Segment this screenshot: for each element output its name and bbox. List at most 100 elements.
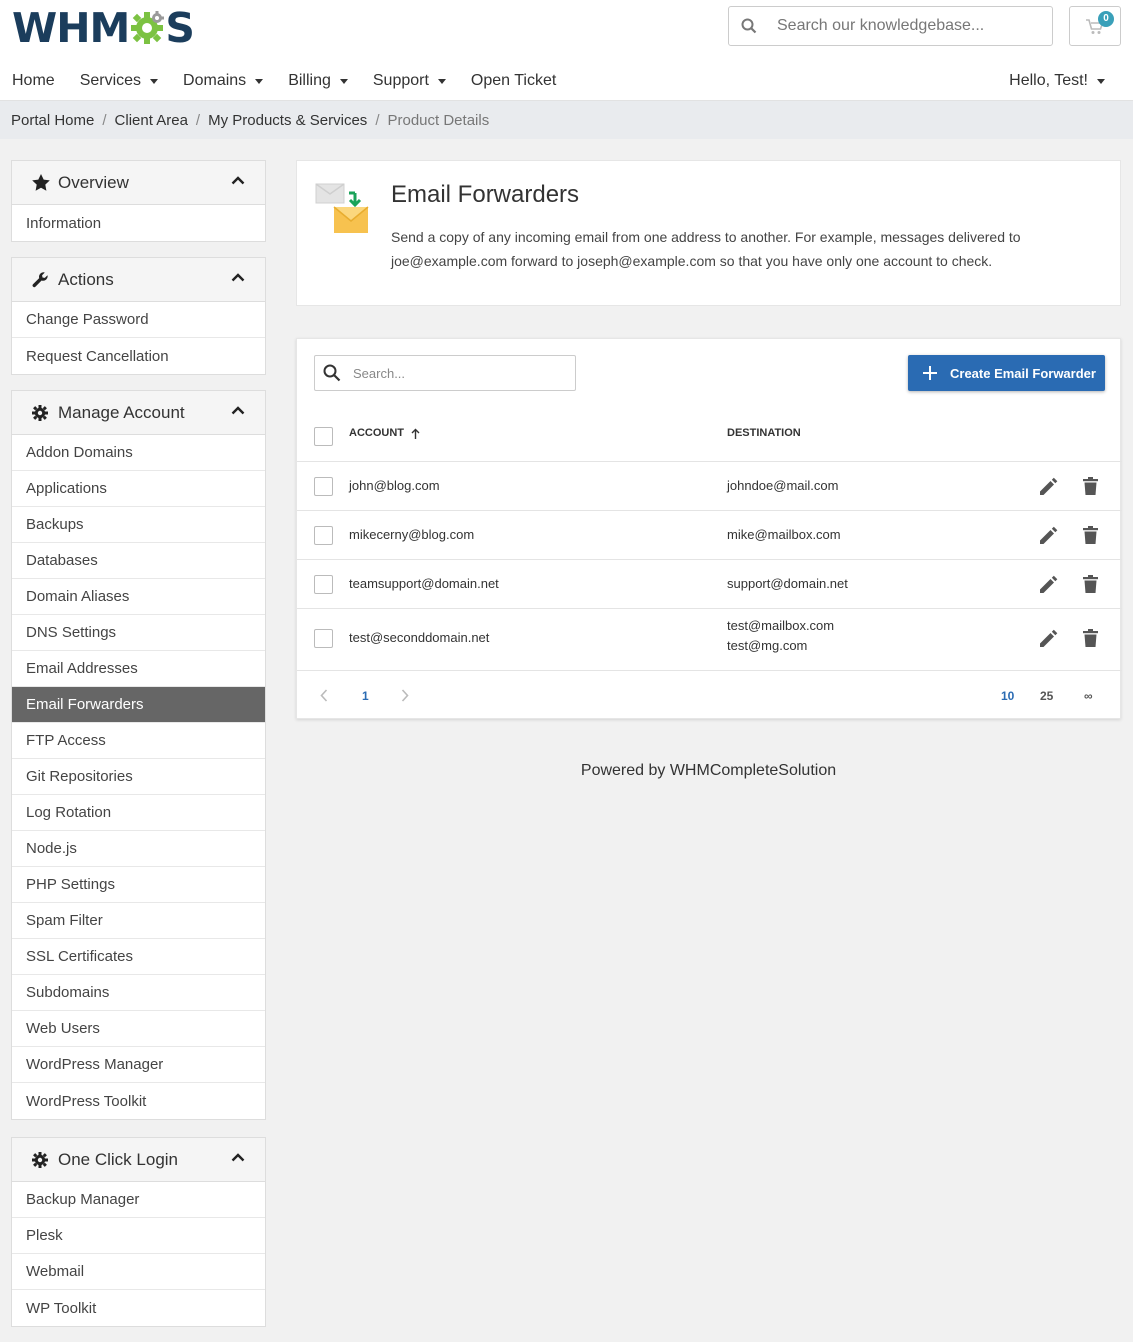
nav-billing[interactable]: Billing xyxy=(288,72,348,90)
row-checkbox[interactable] xyxy=(314,629,333,648)
breadcrumb-client-area[interactable]: Client Area xyxy=(115,112,188,129)
breadcrumb-current: Product Details xyxy=(387,111,490,129)
cog-icon xyxy=(32,1151,50,1168)
delete-trash-icon[interactable] xyxy=(1083,526,1098,544)
delete-trash-icon[interactable] xyxy=(1083,477,1098,495)
chevron-right-icon[interactable] xyxy=(401,689,409,702)
sidebar-item-spam-filter[interactable]: Spam Filter xyxy=(12,903,265,939)
chevron-up-icon[interactable] xyxy=(231,272,245,282)
sidebar-item-email-forwarders[interactable]: Email Forwarders xyxy=(12,687,265,723)
table-row: test@seconddomain.net test@mailbox.com t… xyxy=(297,608,1122,670)
sidebar-item-request-cancellation[interactable]: Request Cancellation xyxy=(12,338,265,374)
page-title: Email Forwarders xyxy=(391,181,580,208)
table-row: teamsupport@domain.net support@domain.ne… xyxy=(297,559,1122,608)
column-header-destination[interactable]: DESTINATION xyxy=(727,427,801,439)
column-header-account[interactable]: ACCOUNT xyxy=(349,427,420,439)
plus-icon xyxy=(922,365,938,381)
chevron-up-icon[interactable] xyxy=(231,1152,245,1162)
breadcrumb-separator: / xyxy=(375,111,380,129)
edit-pencil-icon[interactable] xyxy=(1039,526,1058,545)
sidebar-item-git-repositories[interactable]: Git Repositories xyxy=(12,759,265,795)
sidebar-item-webmail[interactable]: Webmail xyxy=(12,1254,265,1290)
nav-support[interactable]: Support xyxy=(373,72,446,90)
row-checkbox[interactable] xyxy=(314,477,333,496)
sidebar-item-wp-toolkit[interactable]: WP Toolkit xyxy=(12,1290,265,1326)
nav-support-label: Support xyxy=(372,72,429,89)
row-destination-item: test@mg.com xyxy=(727,638,808,653)
page-size-25[interactable]: 25 xyxy=(1040,689,1053,703)
sidebar-item-email-addresses[interactable]: Email Addresses xyxy=(12,651,265,687)
main-nav: Home Services Domains Billing Support Op… xyxy=(12,62,581,100)
nav-home[interactable]: Home xyxy=(12,72,55,90)
breadcrumb-portal-home[interactable]: Portal Home xyxy=(11,112,94,129)
sidebar-item-databases[interactable]: Databases xyxy=(12,543,265,579)
nav-services-label: Services xyxy=(79,72,142,89)
sidebar-item-domain-aliases[interactable]: Domain Aliases xyxy=(12,579,265,615)
chevron-up-icon[interactable] xyxy=(231,405,245,415)
page-size-10[interactable]: 10 xyxy=(1001,689,1014,703)
chevron-up-icon[interactable] xyxy=(231,175,245,185)
edit-pencil-icon[interactable] xyxy=(1039,629,1058,648)
actions-panel-header[interactable]: Actions xyxy=(12,258,265,302)
nav-open-ticket[interactable]: Open Ticket xyxy=(471,72,556,90)
footer-powered-by: Powered by WHMCompleteSolution xyxy=(580,762,837,779)
breadcrumb-separator: / xyxy=(102,111,107,129)
sidebar-item-change-password[interactable]: Change Password xyxy=(12,302,265,338)
select-all-checkbox[interactable] xyxy=(314,427,333,446)
column-header-destination-label: DESTINATION xyxy=(727,427,801,439)
sidebar-item-applications[interactable]: Applications xyxy=(12,471,265,507)
sidebar-item-subdomains[interactable]: Subdomains xyxy=(12,975,265,1011)
nav-domains[interactable]: Domains xyxy=(183,72,264,90)
breadcrumb-separator: / xyxy=(195,111,201,129)
nav-services[interactable]: Services xyxy=(79,72,159,90)
sidebar-item-information[interactable]: Information xyxy=(12,205,265,241)
wrench-icon xyxy=(32,271,50,288)
row-account: test@seconddomain.net xyxy=(349,630,490,645)
row-destination: mike@mailbox.com xyxy=(727,527,841,542)
create-email-forwarder-button[interactable]: Create Email Forwarder xyxy=(908,355,1105,391)
knowledgebase-search-input[interactable] xyxy=(769,17,1039,35)
sidebar-item-wordpress-manager[interactable]: WordPress Manager xyxy=(12,1047,265,1083)
sidebar-item-nodejs[interactable]: Node.js xyxy=(12,831,265,867)
sidebar-item-backups[interactable]: Backups xyxy=(12,507,265,543)
page-description-line-2: joe@example.com forward to joseph@exampl… xyxy=(391,253,993,269)
overview-panel-header[interactable]: Overview xyxy=(12,161,265,205)
row-checkbox[interactable] xyxy=(314,575,333,594)
sidebar-item-dns-settings[interactable]: DNS Settings xyxy=(12,615,265,651)
sidebar-item-ssl-certificates[interactable]: SSL Certificates xyxy=(12,939,265,975)
sidebar-item-backup-manager[interactable]: Backup Manager xyxy=(12,1182,265,1218)
delete-trash-icon[interactable] xyxy=(1083,575,1098,593)
one-click-login-panel-header[interactable]: One Click Login xyxy=(12,1138,265,1182)
sidebar-item-addon-domains[interactable]: Addon Domains xyxy=(12,435,265,471)
column-header-account-label: ACCOUNT xyxy=(349,427,404,439)
forwarders-table-card: Create Email Forwarder ACCOUNT DESTINATI… xyxy=(296,338,1122,719)
table-row: mikecerny@blog.com mike@mailbox.com xyxy=(297,510,1122,559)
breadcrumb-my-products[interactable]: My Products & Services xyxy=(208,112,367,129)
manage-account-panel-header[interactable]: Manage Account xyxy=(12,391,265,435)
whmcs-logo[interactable]: WHM S xyxy=(12,4,195,52)
page-size-all[interactable]: ∞ xyxy=(1084,689,1093,703)
user-menu[interactable]: Hello, Test! xyxy=(1009,62,1105,100)
search-icon xyxy=(729,18,769,34)
sidebar-item-ftp-access[interactable]: FTP Access xyxy=(12,723,265,759)
cart-button[interactable]: 0 xyxy=(1069,6,1121,46)
sidebar-item-web-users[interactable]: Web Users xyxy=(12,1011,265,1047)
sidebar-item-log-rotation[interactable]: Log Rotation xyxy=(12,795,265,831)
sidebar-item-wordpress-toolkit[interactable]: WordPress Toolkit xyxy=(12,1083,265,1119)
row-destination: support@domain.net xyxy=(727,576,848,591)
chevron-left-icon[interactable] xyxy=(320,689,328,702)
edit-pencil-icon[interactable] xyxy=(1039,477,1058,496)
table-search-input[interactable] xyxy=(349,365,559,381)
row-account: john@blog.com xyxy=(349,478,440,493)
page-number-current[interactable]: 1 xyxy=(362,689,369,703)
row-account: teamsupport@domain.net xyxy=(349,576,499,591)
row-checkbox[interactable] xyxy=(314,526,333,545)
logo-text-left: WHM xyxy=(12,4,130,52)
actions-panel: Actions Change Password Request Cancella… xyxy=(11,257,266,375)
create-email-forwarder-label: Create Email Forwarder xyxy=(950,365,1096,381)
edit-pencil-icon[interactable] xyxy=(1039,575,1058,594)
sidebar-item-php-settings[interactable]: PHP Settings xyxy=(12,867,265,903)
delete-trash-icon[interactable] xyxy=(1083,629,1098,647)
sidebar-item-plesk[interactable]: Plesk xyxy=(12,1218,265,1254)
manage-account-panel: Manage Account Addon Domains Application… xyxy=(11,390,266,1120)
